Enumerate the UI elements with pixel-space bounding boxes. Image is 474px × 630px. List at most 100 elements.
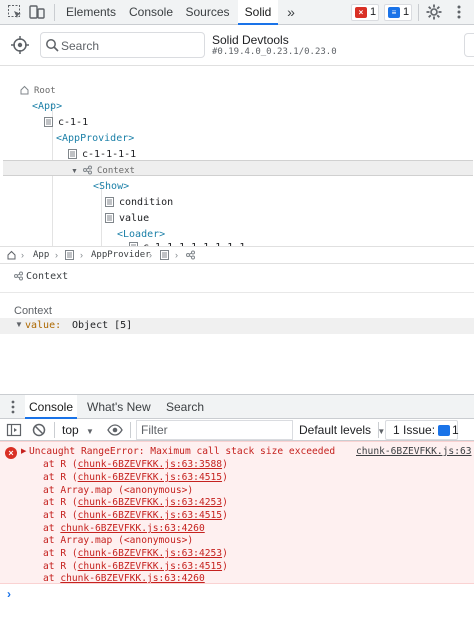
error-source-link[interactable]: chunk-6BZEVFKK.js:63 <box>356 446 472 457</box>
console-prompt[interactable]: › <box>7 587 11 601</box>
stack-frame: at chunk-6BZEVFKK.js:63:4260 <box>43 523 205 534</box>
locator-icon[interactable] <box>8 33 32 57</box>
tree-row[interactable]: c-1-1 <box>0 113 474 129</box>
clear-console-icon[interactable] <box>31 422 47 438</box>
home-icon[interactable] <box>7 250 16 260</box>
stack-frame: at R (chunk-6BZEVFKK.js:63:4253) <box>43 497 228 508</box>
tree-row[interactable]: <Show> <box>0 177 474 193</box>
stack-frame: at Array.map (<anonymous>) <box>43 535 194 546</box>
chevron-right-icon: › <box>175 250 178 260</box>
breadcrumb-item[interactable]: AppProvider <box>91 250 151 260</box>
more-tabs-button[interactable]: » <box>283 0 299 25</box>
prop-key: value: <box>25 320 62 331</box>
divider <box>54 4 55 21</box>
stack-link[interactable]: chunk-6BZEVFKK.js:63:4515 <box>78 561 222 572</box>
error-icon: × <box>5 447 17 459</box>
prop-value: Object [5] <box>72 320 133 331</box>
header-option-button[interactable] <box>464 33 474 57</box>
stack-frame: at R (chunk-6BZEVFKK.js:63:4515) <box>43 510 228 521</box>
memo-icon <box>105 212 114 223</box>
drawer-tab-bar: Console What's New Search <box>0 394 474 419</box>
tab-elements[interactable]: Elements <box>64 0 118 25</box>
tab-console[interactable]: Console <box>126 0 176 25</box>
kebab-menu-icon[interactable] <box>450 3 468 21</box>
memo-icon[interactable] <box>65 250 74 260</box>
message-count-badge[interactable]: ≡ 1 <box>384 4 412 21</box>
eye-icon[interactable] <box>107 422 123 438</box>
memo-icon <box>105 196 114 207</box>
chevron-right-icon: › <box>80 250 83 260</box>
drawer-tab-whats-new[interactable]: What's New <box>87 395 151 419</box>
search-icon <box>45 38 59 52</box>
chevron-right-icon: › <box>149 250 152 260</box>
expand-arrow-icon[interactable]: ▶ <box>21 447 26 455</box>
stack-link[interactable]: chunk-6BZEVFKK.js:63:4515 <box>78 510 222 521</box>
error-message: Uncaught RangeError: Maximum call stack … <box>29 446 336 457</box>
drawer-tab-search[interactable]: Search <box>166 395 204 419</box>
divider <box>54 422 55 438</box>
issue-icon <box>438 425 451 437</box>
memo-icon <box>68 148 77 159</box>
divider <box>0 292 474 293</box>
stack-link[interactable]: chunk-6BZEVFKK.js:63:4260 <box>60 573 204 584</box>
search-field[interactable] <box>40 32 205 58</box>
tree-row[interactable]: c-1-1-1-1-1-1-1-1 <box>0 238 474 246</box>
stack-link[interactable]: chunk-6BZEVFKK.js:63:3588 <box>78 459 222 470</box>
tab-solid[interactable]: Solid <box>238 0 278 25</box>
stack-frame: at R (chunk-6BZEVFKK.js:63:3588) <box>43 459 228 470</box>
tab-sources[interactable]: Sources <box>184 0 231 25</box>
component-tree: Root <App> c-1-1 <AppProvider> c-1-1-1-1… <box>0 78 474 246</box>
section-label: Context <box>14 305 52 317</box>
version-label: #0.19.4.0_0.23.1/0.23.0 <box>212 47 337 57</box>
stack-frame: at R (chunk-6BZEVFKK.js:63:4515) <box>43 472 228 483</box>
tree-row[interactable]: value <box>0 209 474 225</box>
context-icon <box>83 165 92 175</box>
divider <box>418 4 419 21</box>
tree-row[interactable]: condition <box>0 193 474 209</box>
tree-row-selected[interactable]: ▼ Context <box>3 160 473 176</box>
gear-icon[interactable] <box>425 3 443 21</box>
log-levels-selector[interactable]: Default levels ▼ <box>299 422 385 440</box>
filter-input[interactable] <box>136 420 293 440</box>
memo-icon <box>44 116 53 127</box>
device-toolbar-icon[interactable] <box>28 3 46 21</box>
drawer-tab-console[interactable]: Console <box>25 395 77 419</box>
tree-row[interactable]: <App> <box>0 97 474 113</box>
message-icon: ≡ <box>388 7 400 18</box>
breadcrumb-item[interactable]: App <box>33 250 49 260</box>
console-output: × ▶ Uncaught RangeError: Maximum call st… <box>0 441 474 630</box>
tree-row[interactable]: Root <box>0 81 474 97</box>
error-count-badge[interactable]: × 1 <box>351 4 379 21</box>
home-icon <box>20 85 29 95</box>
inspect-element-icon[interactable] <box>6 3 24 21</box>
tree-row[interactable]: <AppProvider> <box>0 129 474 145</box>
devtools-tab-bar: Elements Console Sources Solid » × 1 ≡ 1 <box>0 0 474 25</box>
stack-link[interactable]: chunk-6BZEVFKK.js:63:4253 <box>78 548 222 559</box>
dropdown-arrow-icon: ▼ <box>86 427 94 436</box>
sidebar-toggle-icon[interactable] <box>6 422 22 438</box>
stack-link[interactable]: chunk-6BZEVFKK.js:63:4260 <box>60 523 204 534</box>
breadcrumb: › App › › AppProvider › › <box>0 246 474 264</box>
context-selector[interactable]: top ▼ <box>62 422 94 438</box>
expand-arrow-icon[interactable]: ▼ <box>15 320 23 329</box>
memo-icon[interactable] <box>160 250 169 260</box>
stack-frame: at chunk-6BZEVFKK.js:63:4260 <box>43 573 205 584</box>
stack-link[interactable]: chunk-6BZEVFKK.js:63:4253 <box>78 497 222 508</box>
search-input[interactable] <box>61 37 199 54</box>
console-toolbar: top ▼ Default levels ▼ 1 Issue:1 <box>0 419 474 441</box>
stack-frame: at Array.map (<anonymous>) <box>43 485 194 496</box>
console-error-message[interactable]: × ▶ Uncaught RangeError: Maximum call st… <box>0 441 474 584</box>
drawer-menu-icon[interactable] <box>8 399 18 415</box>
context-icon <box>14 271 23 281</box>
divider <box>378 422 379 438</box>
tree-row[interactable]: c-1-1-1-1 <box>0 145 474 161</box>
divider <box>130 422 131 438</box>
panel-title: Solid Devtools <box>212 33 289 47</box>
stack-link[interactable]: chunk-6BZEVFKK.js:63:4515 <box>78 472 222 483</box>
error-icon: × <box>355 7 367 18</box>
issues-button[interactable]: 1 Issue: 1 <box>385 420 459 440</box>
prop-row[interactable]: ▼ value: Object [5] <box>0 318 474 334</box>
context-icon[interactable] <box>186 250 195 260</box>
stack-frame: at R (chunk-6BZEVFKK.js:63:4515) <box>43 561 228 572</box>
stack-frame: at R (chunk-6BZEVFKK.js:63:4253) <box>43 548 228 559</box>
